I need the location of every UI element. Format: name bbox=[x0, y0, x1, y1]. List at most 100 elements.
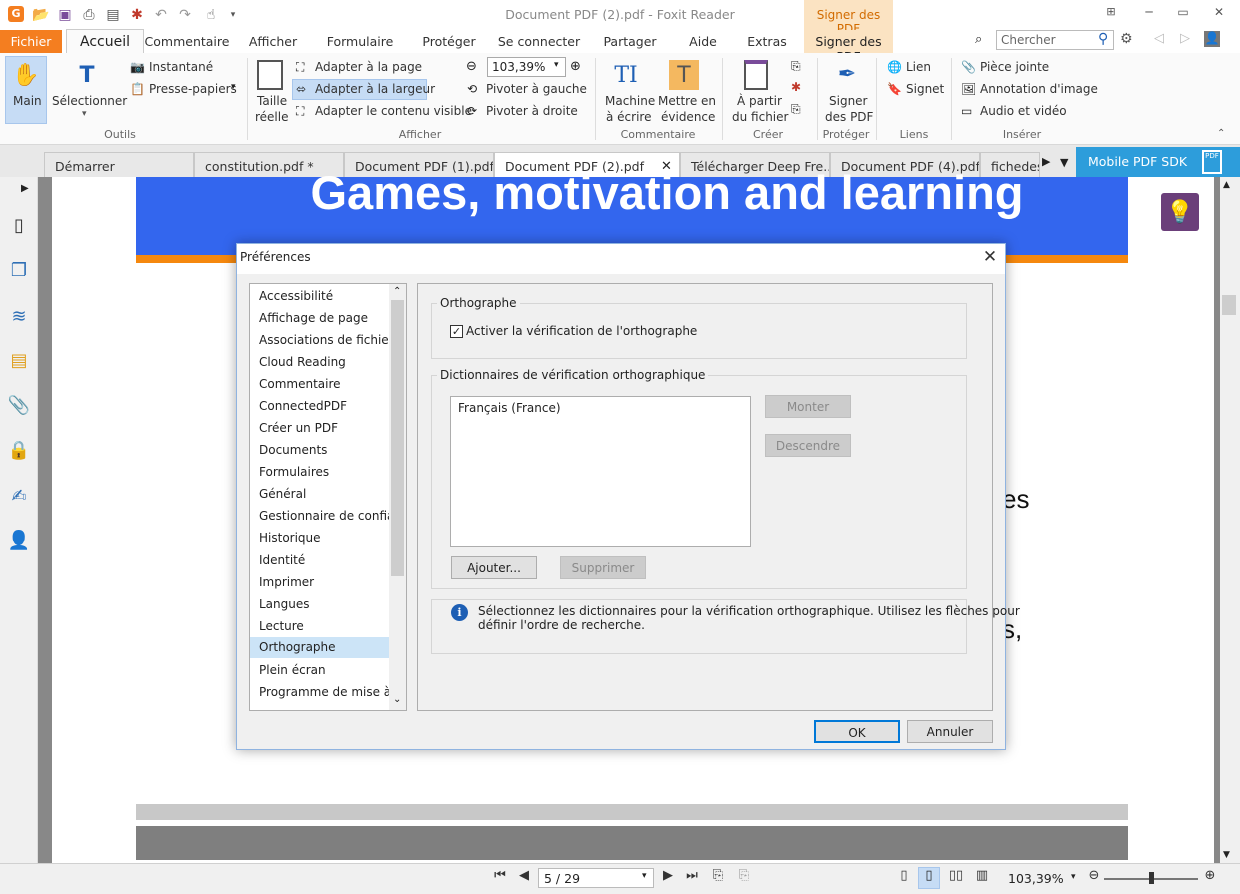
security-lock-icon[interactable]: 🔒 bbox=[7, 438, 31, 462]
tab-afficher[interactable]: Afficher bbox=[244, 30, 302, 53]
tab-commentaire[interactable]: Commentaire bbox=[144, 30, 230, 53]
category-item[interactable]: Associations de fichiers bbox=[259, 333, 400, 347]
status-zoom-value[interactable]: 103,39% bbox=[1008, 871, 1064, 886]
next-page-icon[interactable]: ▶ bbox=[658, 868, 678, 888]
single-page-icon[interactable]: ▯ bbox=[894, 868, 914, 888]
from-file-label-1[interactable]: À partir bbox=[737, 94, 782, 108]
maximize-button[interactable]: ▭ bbox=[1172, 5, 1194, 23]
category-item[interactable]: Plein écran bbox=[259, 663, 326, 677]
tab-proteger[interactable]: Protéger bbox=[418, 30, 480, 53]
zoom-in-icon[interactable]: ⊕ bbox=[570, 59, 581, 74]
category-scroll-up-icon[interactable]: ⌃ bbox=[393, 286, 401, 297]
vertical-scrollbar[interactable] bbox=[1220, 177, 1240, 863]
create-option-2-icon[interactable]: ✱ bbox=[791, 80, 801, 94]
forward-arrow-icon[interactable]: ▷ bbox=[1180, 31, 1190, 46]
last-page-icon[interactable]: ⏭ bbox=[682, 868, 702, 888]
dictionary-item[interactable]: Français (France) bbox=[458, 401, 561, 415]
clipboard-dropdown-icon[interactable]: ▾ bbox=[231, 82, 236, 92]
page-thumbnails-icon[interactable]: ▯ bbox=[7, 213, 31, 237]
fit-visible-button[interactable]: Adapter le contenu visible bbox=[315, 104, 472, 118]
remove-dictionary-button[interactable]: Supprimer bbox=[560, 556, 646, 579]
category-item[interactable]: Cloud Reading bbox=[259, 355, 346, 369]
image-annotation-button[interactable]: Annotation d'image bbox=[980, 82, 1098, 96]
status-zoom-in-icon[interactable]: ⊕ bbox=[1200, 868, 1220, 888]
category-item[interactable]: Lecture bbox=[259, 619, 304, 633]
ribbon-options-icon[interactable]: ⊞ bbox=[1100, 5, 1122, 23]
print-icon[interactable]: ⎙ bbox=[80, 6, 98, 24]
expand-panel-icon[interactable]: ▶ bbox=[21, 183, 29, 194]
vertical-scroll-thumb[interactable] bbox=[1222, 295, 1236, 315]
tab-partager[interactable]: Partager bbox=[598, 30, 662, 53]
zoom-dropdown-icon[interactable]: ▾ bbox=[554, 60, 559, 70]
category-item[interactable]: Général bbox=[259, 487, 306, 501]
cancel-button[interactable]: Annuler bbox=[907, 720, 993, 743]
category-scroll-down-icon[interactable]: ⌄ bbox=[393, 694, 401, 705]
status-zoom-dropdown-icon[interactable]: ▾ bbox=[1071, 872, 1076, 882]
select-dropdown-icon[interactable]: ▾ bbox=[82, 109, 87, 119]
continuous-page-icon[interactable]: ▯ bbox=[918, 867, 940, 889]
tab-aide[interactable]: Aide bbox=[682, 30, 724, 53]
move-down-button[interactable]: Descendre bbox=[765, 434, 851, 457]
scroll-down-icon[interactable]: ▼ bbox=[1223, 850, 1230, 860]
minimize-button[interactable]: ─ bbox=[1138, 5, 1160, 23]
collapse-ribbon-icon[interactable]: ⌃ bbox=[1217, 128, 1225, 139]
hand-tool-icon[interactable]: ☝ bbox=[202, 6, 220, 24]
category-item[interactable]: Langues bbox=[259, 597, 310, 611]
category-item[interactable]: Commentaire bbox=[259, 377, 341, 391]
tab-extras[interactable]: Extras bbox=[744, 30, 790, 53]
enable-spellcheck-label[interactable]: Activer la vérification de l'orthographe bbox=[466, 324, 697, 338]
page-number-input[interactable]: 5 / 29 bbox=[538, 868, 654, 888]
save-icon[interactable]: ▣ bbox=[56, 6, 74, 24]
previous-page-icon[interactable]: ◀ bbox=[514, 868, 534, 888]
typewriter-label-1[interactable]: Machine bbox=[605, 94, 655, 108]
add-dictionary-button[interactable]: Ajouter... bbox=[451, 556, 537, 579]
customize-dropdown-icon[interactable]: ▾ bbox=[224, 6, 242, 24]
highlight-label-2[interactable]: évidence bbox=[661, 110, 715, 124]
actual-size-label-2[interactable]: réelle bbox=[255, 110, 289, 124]
audio-video-button[interactable]: Audio et vidéo bbox=[980, 104, 1067, 118]
typewriter-label-2[interactable]: à écrire bbox=[606, 110, 651, 124]
rotate-right-button[interactable]: Pivoter à droite bbox=[486, 104, 578, 118]
attachments-icon[interactable]: 📎 bbox=[7, 393, 31, 417]
category-item[interactable]: Affichage de page bbox=[259, 311, 368, 325]
category-scroll-thumb[interactable] bbox=[391, 300, 404, 576]
layers-icon[interactable]: ≋ bbox=[7, 304, 31, 328]
fit-page-button[interactable]: Adapter à la page bbox=[315, 60, 422, 74]
attachment-button[interactable]: Pièce jointe bbox=[980, 60, 1049, 74]
redo-icon[interactable]: ↷ bbox=[176, 6, 194, 24]
create-option-3-icon[interactable]: ⎘ bbox=[791, 102, 801, 117]
search-person-icon[interactable]: ⌕ bbox=[975, 32, 982, 47]
select-button[interactable]: Sélectionner bbox=[52, 94, 127, 108]
facing-page-icon[interactable]: ▯▯ bbox=[946, 868, 966, 888]
link-button[interactable]: Lien bbox=[906, 60, 931, 74]
search-icon[interactable]: ⚲ bbox=[1098, 31, 1108, 47]
undo-icon[interactable]: ↶ bbox=[152, 6, 170, 24]
dialog-close-button[interactable]: ✕ bbox=[980, 247, 1000, 267]
zoom-slider-thumb[interactable] bbox=[1149, 872, 1154, 884]
category-item[interactable]: Documents bbox=[259, 443, 327, 457]
rotate-left-button[interactable]: Pivoter à gauche bbox=[486, 82, 587, 96]
sign-pdf-label-2[interactable]: des PDF bbox=[825, 110, 873, 124]
next-view-icon[interactable]: ⎘ bbox=[734, 868, 754, 888]
page-dropdown-icon[interactable]: ▾ bbox=[642, 871, 647, 881]
category-item[interactable]: Formulaires bbox=[259, 465, 329, 479]
back-arrow-icon[interactable]: ◁ bbox=[1154, 31, 1164, 46]
previous-view-icon[interactable]: ⎘ bbox=[708, 868, 728, 888]
new-doc-icon[interactable]: ✱ bbox=[128, 6, 146, 24]
category-item[interactable]: Programme de mise à jour bbox=[259, 685, 406, 699]
highlight-label-1[interactable]: Mettre en bbox=[658, 94, 716, 108]
tab-formulaire[interactable]: Formulaire bbox=[322, 30, 398, 53]
category-item[interactable]: Gestionnaire de confiance bbox=[259, 509, 406, 523]
close-window-button[interactable]: ✕ bbox=[1208, 5, 1230, 23]
enable-spellcheck-checkbox[interactable]: ✓ bbox=[450, 325, 463, 338]
snapshot-button[interactable]: Instantané bbox=[149, 60, 213, 74]
create-option-1-icon[interactable]: ⎘ bbox=[791, 59, 801, 74]
settings-gear-icon[interactable]: ⚙ bbox=[1120, 31, 1133, 47]
category-item[interactable]: Historique bbox=[259, 531, 321, 545]
open-icon[interactable]: 📂 bbox=[32, 6, 50, 24]
first-page-icon[interactable]: ⏮ bbox=[490, 868, 510, 888]
category-item[interactable]: Identité bbox=[259, 553, 305, 567]
category-item[interactable]: Créer un PDF bbox=[259, 421, 338, 435]
tab-se-connecter[interactable]: Se connecter bbox=[496, 30, 582, 53]
from-file-label-2[interactable]: du fichier bbox=[732, 110, 788, 124]
